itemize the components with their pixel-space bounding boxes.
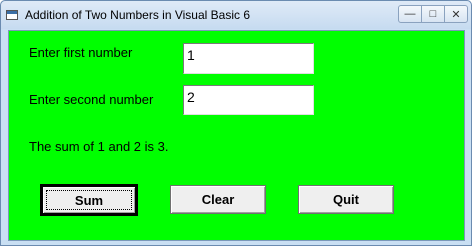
quit-button-label: Quit: [333, 192, 359, 207]
sum-button-label: Sum: [74, 192, 104, 208]
minimize-button[interactable]: —: [398, 5, 422, 23]
second-number-input[interactable]: 2: [183, 85, 314, 115]
close-icon: ✕: [451, 8, 461, 21]
quit-button[interactable]: Quit: [298, 185, 394, 214]
minimize-icon: —: [404, 8, 416, 20]
title-bar[interactable]: Addition of Two Numbers in Visual Basic …: [1, 1, 471, 29]
result-label: The sum of 1 and 2 is 3.: [29, 139, 169, 154]
first-number-label: Enter first number: [29, 45, 133, 60]
maximize-icon: □: [429, 8, 437, 20]
clear-button[interactable]: Clear: [170, 185, 266, 214]
second-number-label: Enter second number: [29, 92, 154, 107]
close-button[interactable]: ✕: [444, 5, 468, 23]
sum-button[interactable]: Sum: [40, 184, 138, 216]
app-window: Addition of Two Numbers in Visual Basic …: [0, 0, 472, 246]
app-window-icon[interactable]: [6, 10, 18, 20]
form-client-area: Enter first number 1 Enter second number…: [8, 30, 465, 241]
clear-button-label: Clear: [201, 192, 235, 207]
maximize-button[interactable]: □: [421, 5, 445, 23]
first-number-input[interactable]: 1: [183, 43, 314, 74]
window-title: Addition of Two Numbers in Visual Basic …: [25, 8, 251, 22]
